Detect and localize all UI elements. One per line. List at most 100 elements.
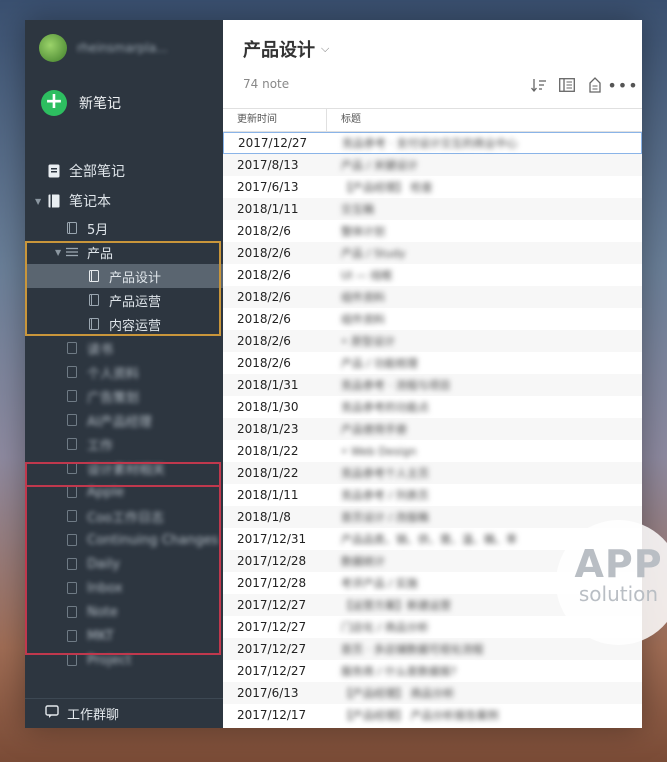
sort-icon[interactable] (530, 76, 548, 94)
notebook-item[interactable]: 5月 (25, 216, 223, 240)
row-title: 【产品经理】 检查 (341, 181, 433, 194)
row-title: 考评产品 / 实施 (341, 577, 418, 590)
work-chat-button[interactable]: 工作群聊 (25, 698, 223, 728)
row-title: 首页 · 多店铺数据可视化流程 (341, 643, 484, 656)
table-row[interactable]: 2017/12/31 产品品类、销、供、需、温、稿、率 (223, 528, 642, 550)
notebook-title-dropdown[interactable]: 产品设计 ⌵ (243, 36, 329, 62)
notebook-icon (65, 629, 79, 643)
notebook-label: 设计素材相关 (87, 462, 166, 478)
table-row[interactable]: 2018/1/11 交互稿 (223, 198, 642, 220)
notebook-item[interactable]: 广告策划 (25, 384, 223, 408)
table-row[interactable]: 2018/1/8 首页设计 / 改版稿 (223, 506, 642, 528)
row-updated-date: 2017/6/13 (237, 180, 299, 194)
notebook-icon (65, 653, 79, 667)
column-header-updated[interactable]: 更新时间 (223, 109, 327, 131)
notebook-icon (47, 194, 61, 208)
notebook-icon (65, 341, 79, 355)
notebook-item[interactable]: 工作 (25, 432, 223, 456)
row-updated-date: 2018/1/8 (237, 510, 291, 524)
notebook-item[interactable]: Coo工作日志 (25, 504, 223, 528)
new-note-label: 新笔记 (79, 96, 121, 112)
row-updated-date: 2018/1/11 (237, 202, 299, 216)
row-updated-date: 2017/12/31 (237, 532, 307, 546)
table-row[interactable]: 2018/2/6 产品 / Study (223, 242, 642, 264)
table-row[interactable]: 2018/1/23 产品使用手册 (223, 418, 642, 440)
table-row[interactable]: 2017/8/13 产品 / 关键设计 (223, 154, 642, 176)
notebook-item[interactable]: MKT (25, 624, 223, 648)
table-row[interactable]: 2018/2/6 产品 / 功能梳理 (223, 352, 642, 374)
row-title: UI — 线框 (341, 269, 393, 282)
table-row[interactable]: 2017/12/27 首页 · 多店铺数据可视化流程 (223, 638, 642, 660)
table-row[interactable]: 2018/2/6 组件资料 (223, 308, 642, 330)
row-title: 组件资料 (341, 291, 385, 304)
notebook-label: 广告策划 (87, 390, 140, 406)
table-row[interactable]: 2018/1/31 竞品参考 · 流程与项目 (223, 374, 642, 396)
share-icon[interactable] (586, 76, 604, 94)
notebook-title: 产品设计 (243, 40, 315, 61)
avatar[interactable] (39, 34, 67, 62)
notebook-item[interactable]: 设计素材相关 (25, 456, 223, 480)
sidebar-item-notebooks[interactable]: ▼ 笔记本 (25, 186, 223, 216)
table-row[interactable]: 2017/6/13 【产品经理】 商品分析 (223, 682, 642, 704)
row-updated-date: 2018/1/31 (237, 378, 299, 392)
table-row[interactable]: 2018/2/6 • 原型设计 (223, 330, 642, 352)
table-row[interactable]: 2018/2/6 UI — 线框 (223, 264, 642, 286)
table-row[interactable]: 2017/12/27 竞品参考 · 支付设计交互的商业中心 (223, 132, 642, 154)
sidebar-item-all-notes[interactable]: 全部笔记 (25, 156, 223, 186)
notebook-item[interactable]: 读书 (25, 336, 223, 360)
notebook-item[interactable]: Project (25, 648, 223, 672)
notebook-item[interactable]: Note (25, 600, 223, 624)
row-updated-date: 2018/2/6 (237, 224, 291, 238)
row-updated-date: 2018/2/6 (237, 312, 291, 326)
table-row[interactable]: 2018/1/22 • Web Design (223, 440, 642, 462)
table-row[interactable]: 2018/1/11 竞品参考 / 列表页 (223, 484, 642, 506)
notebook-item[interactable]: 内容运营 (25, 312, 223, 336)
table-row[interactable]: 2018/1/30 竞品参考的功能点 (223, 396, 642, 418)
notebook-icon (65, 485, 79, 499)
sidebar-item-label: 全部笔记 (69, 164, 125, 180)
notebook-label: AI产品经理 (87, 414, 152, 430)
row-updated-date: 2018/2/6 (237, 268, 291, 282)
notebook-item[interactable]: Daily (25, 552, 223, 576)
notebook-item[interactable]: Apple (25, 480, 223, 504)
table-row[interactable]: 2017/12/27 门店化 / 商品分析 (223, 616, 642, 638)
table-header: 更新时间 标题 (223, 108, 642, 132)
more-icon[interactable]: ••• (607, 76, 637, 95)
column-header-title[interactable]: 标题 (327, 109, 361, 131)
row-title: • Web Design (341, 444, 417, 458)
new-note-button[interactable]: + 新笔记 (41, 90, 121, 116)
notebook-item[interactable]: 产品运营 (25, 288, 223, 312)
row-updated-date: 2018/2/6 (237, 356, 291, 370)
notebook-label: Daily (87, 556, 120, 572)
table-row[interactable]: 2018/1/22 竞品参考个人主页 (223, 462, 642, 484)
account-switcher[interactable]: rheinsmarpla... (39, 34, 197, 62)
notebook-icon (65, 461, 79, 475)
view-toggle-icon[interactable] (558, 76, 576, 94)
row-title: 产品 / 关键设计 (341, 159, 418, 172)
caret-down-icon[interactable]: ▼ (35, 197, 41, 206)
notebook-stack[interactable]: ▼ 产品 (25, 240, 223, 264)
notebook-icon (87, 293, 101, 307)
table-row[interactable]: 2017/12/17 【产品经理】 产品分析报告案例 (223, 704, 642, 726)
table-row[interactable]: 2018/2/6 组件资料 (223, 286, 642, 308)
notebook-icon (65, 605, 79, 619)
row-title: 产品使用手册 (341, 423, 407, 436)
notebook-item[interactable]: AI产品经理 (25, 408, 223, 432)
table-row[interactable]: 2017/6/13 【产品经理】 检查 (223, 176, 642, 198)
notebook-item[interactable]: Inbox (25, 576, 223, 600)
row-title: 产品 / 功能梳理 (341, 357, 418, 370)
table-row[interactable]: 2017/12/27 【运营方案】新建运营 (223, 594, 642, 616)
table-row[interactable]: 2018/2/6 整体计划 (223, 220, 642, 242)
row-updated-date: 2018/1/11 (237, 488, 299, 502)
table-row[interactable]: 2017/12/28 数据统计 (223, 550, 642, 572)
notebook-icon (65, 557, 79, 571)
notebook-item[interactable]: Continuing Changes (25, 528, 223, 552)
row-title: 竞品参考个人主页 (341, 467, 429, 480)
table-row[interactable]: 2017/12/27 服务商 / 什么是数据报? (223, 660, 642, 682)
notebook-item-selected[interactable]: 产品设计 (25, 264, 223, 288)
notebook-icon (65, 221, 79, 235)
notebook-label: 读书 (87, 342, 114, 358)
table-row[interactable]: 2017/12/28 考评产品 / 实施 (223, 572, 642, 594)
caret-down-icon[interactable]: ▼ (55, 248, 61, 257)
notebook-item[interactable]: 个人资料 (25, 360, 223, 384)
